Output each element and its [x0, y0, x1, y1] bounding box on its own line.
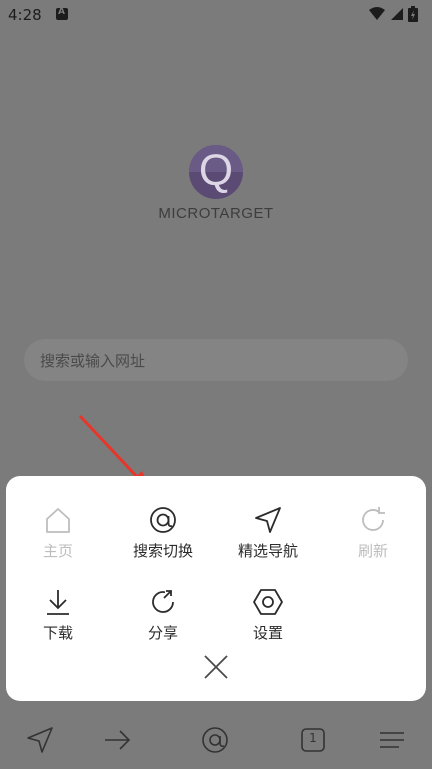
- menu-label-download: 下载: [42, 624, 73, 642]
- close-icon[interactable]: [201, 652, 231, 682]
- tabs-button[interactable]: 1: [298, 725, 328, 755]
- share-icon: [152, 590, 174, 613]
- menu-item-settings[interactable]: 设置: [218, 586, 318, 648]
- menu-panel: 主页 搜索切换 精选导航 刷新 下载 分享 设置: [6, 476, 426, 701]
- navigation-icon[interactable]: [25, 725, 55, 755]
- menu-icon[interactable]: [377, 725, 407, 755]
- menu-item-search-switch[interactable]: 搜索切换: [113, 504, 213, 566]
- settings-icon: [253, 589, 283, 615]
- menu-label-refresh: 刷新: [357, 542, 388, 560]
- tab-count: 1: [309, 731, 317, 745]
- menu-item-featured-nav[interactable]: 精选导航: [218, 504, 318, 566]
- battery-icon: [408, 6, 418, 22]
- status-icons: [368, 6, 418, 22]
- home-icon: [46, 508, 70, 533]
- menu-label-home: 主页: [42, 542, 73, 560]
- bottom-toolbar: 1: [0, 715, 432, 769]
- search-placeholder: 搜索或输入网址: [40, 352, 146, 370]
- signal-icon: [391, 8, 403, 20]
- logo-text: MICROTARGET: [158, 205, 274, 222]
- menu-item-download[interactable]: 下载: [8, 586, 108, 648]
- menu-item-home[interactable]: 主页: [8, 504, 108, 566]
- menu-item-share[interactable]: 分享: [113, 586, 213, 648]
- download-icon: [47, 590, 69, 615]
- wifi-icon: [369, 7, 385, 20]
- menu-label-featured-nav: 精选导航: [237, 542, 298, 560]
- logo-mark: Q: [189, 145, 243, 199]
- menu-label-search-switch: 搜索切换: [132, 542, 193, 560]
- menu-label-share: 分享: [147, 624, 178, 642]
- menu-label-settings: 设置: [252, 624, 283, 642]
- notification-a-icon: [56, 7, 68, 20]
- at-icon[interactable]: [200, 725, 230, 755]
- menu-item-refresh[interactable]: 刷新: [323, 504, 423, 566]
- refresh-icon: [362, 507, 385, 531]
- at-icon: [150, 507, 176, 533]
- search-input[interactable]: 搜索或输入网址: [24, 339, 408, 381]
- status-bar: 4:28: [0, 0, 432, 32]
- logo-letter: Q: [198, 146, 234, 195]
- navigation-icon: [255, 507, 281, 533]
- status-time: 4:28: [8, 6, 42, 24]
- forward-arrow-icon[interactable]: [102, 725, 132, 755]
